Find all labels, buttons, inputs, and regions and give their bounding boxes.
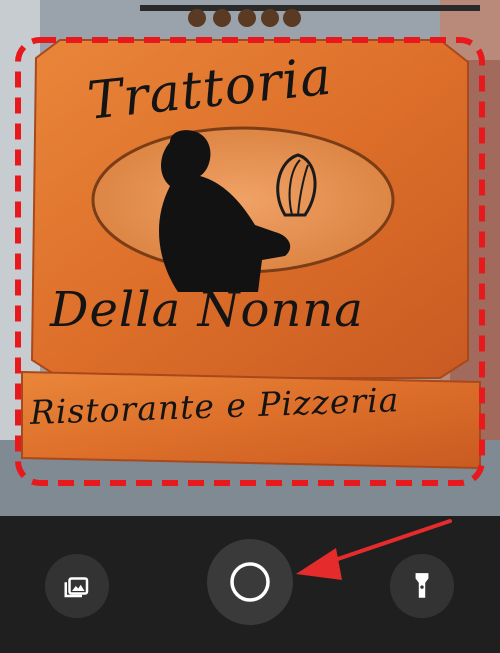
sign-subtitle: Della Nonna (50, 282, 364, 338)
gallery-icon (64, 577, 89, 598)
gallery-button[interactable] (45, 554, 109, 618)
flashlight-icon (415, 573, 429, 598)
shutter-icon (230, 562, 270, 602)
flashlight-button[interactable] (390, 554, 454, 618)
camera-toolbar (0, 516, 500, 653)
camera-viewfinder: Trattoria Della Nonna Ristorante e Pizze… (0, 0, 500, 516)
shutter-button[interactable] (207, 539, 293, 625)
